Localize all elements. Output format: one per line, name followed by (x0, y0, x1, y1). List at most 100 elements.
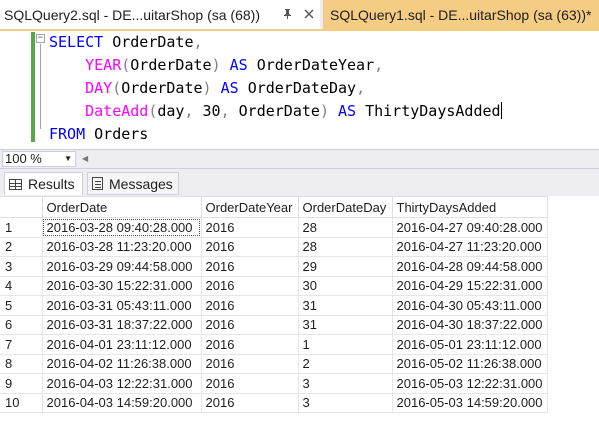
grid-cell[interactable]: 2016 (200, 334, 299, 355)
scroll-left-icon[interactable]: ◀ (82, 154, 88, 163)
results-tab-strip: Results Messages (0, 168, 599, 196)
row-number[interactable]: 5 (0, 295, 43, 316)
grid-cell[interactable]: 2016-05-01 23:11:12.000 (391, 334, 548, 355)
grid-cell[interactable]: 2016-05-02 11:26:38.000 (391, 353, 548, 374)
code-token: OrderDateYear (256, 56, 375, 74)
grid-cell[interactable]: 2016 (200, 256, 299, 277)
code-token: OrderDate (130, 56, 212, 74)
tab-messages[interactable]: Messages (87, 172, 179, 195)
table-row[interactable]: 8 2016-04-02 11:26:38.000 2016 2 2016-05-02 … (0, 353, 548, 374)
table-row[interactable]: 7 2016-04-01 23:11:12.000 2016 1 2016-05-01 … (0, 334, 548, 355)
grid-corner[interactable] (0, 196, 43, 218)
editor-gutter (0, 31, 30, 149)
grid-cell[interactable]: 2016-03-31 18:37:22.000 (41, 314, 202, 335)
grid-cell[interactable]: 3 (297, 392, 393, 413)
table-row[interactable]: 2 2016-03-28 11:23:20.000 2016 28 2016-04-27… (0, 236, 548, 257)
row-number[interactable]: 7 (0, 334, 43, 355)
table-row[interactable]: 6 2016-03-31 18:37:22.000 2016 31 2016-04-30… (0, 314, 548, 335)
close-icon[interactable] (301, 6, 317, 22)
results-grid: OrderDate OrderDateYear OrderDateDay Thi… (0, 196, 548, 413)
grid-cell[interactable]: 2016-04-03 12:22:31.000 (41, 373, 202, 394)
code-token: AS (328, 102, 366, 120)
row-number[interactable]: 3 (0, 256, 43, 277)
row-number[interactable]: 10 (0, 392, 43, 413)
row-number[interactable]: 4 (0, 275, 43, 296)
tab-sqlquery1[interactable]: SQLQuery1.sql - DE...uitarShop (sa (63))… (323, 0, 599, 29)
code-line[interactable]: DateAdd(day, 30, OrderDate) AS ThirtyDay… (49, 100, 502, 123)
grid-cell[interactable]: 2016-03-29 09:44:58.000 (41, 256, 202, 277)
grid-cell[interactable]: 28 (297, 236, 393, 257)
document-tab-strip: SQLQuery2.sql - DE...uitarShop (sa (68))… (0, 0, 599, 31)
tab-sqlquery2[interactable]: SQLQuery2.sql - DE...uitarShop (sa (68)) (0, 0, 320, 29)
code-token: , (220, 102, 239, 120)
grid-cell[interactable]: 31 (297, 295, 393, 316)
code-token: , (193, 33, 203, 51)
table-row[interactable]: 9 2016-04-03 12:22:31.000 2016 3 2016-05-03 … (0, 373, 548, 394)
tab-results[interactable]: Results (4, 172, 83, 195)
code-token: AS (220, 56, 257, 74)
code-token: OrderDateDay (247, 79, 357, 97)
query-editor[interactable]: − SELECT OrderDate, YEAR(OrderDate) AS O… (0, 31, 599, 149)
column-header-thirtydaysadded[interactable]: ThirtyDaysAdded (391, 196, 548, 218)
results-grid-area: OrderDate OrderDateYear OrderDateDay Thi… (0, 196, 599, 421)
grid-cell[interactable]: 30 (297, 275, 393, 296)
column-header-orderdateyear[interactable]: OrderDateYear (200, 196, 299, 218)
messages-icon (92, 177, 103, 190)
code-line[interactable]: DAY(OrderDate) AS OrderDateDay, (49, 77, 502, 100)
grid-cell[interactable]: 3 (297, 373, 393, 394)
grid-header-row: OrderDate OrderDateYear OrderDateDay Thi… (0, 196, 548, 218)
grid-cell[interactable]: 2016-04-27 11:23:20.000 (391, 236, 548, 257)
code-line[interactable]: FROM Orders (49, 123, 502, 146)
grid-cell[interactable]: 2016-04-02 11:26:38.000 (41, 353, 202, 374)
row-number[interactable]: 8 (0, 353, 43, 374)
grid-cell[interactable]: 29 (297, 256, 393, 277)
row-number[interactable]: 6 (0, 314, 43, 335)
tab-results-label: Results (28, 176, 75, 192)
grid-cell[interactable]: 2016-04-29 15:22:31.000 (391, 275, 548, 296)
grid-cell[interactable]: 2016-03-31 05:43:11.000 (41, 295, 202, 316)
grid-cell[interactable]: 2016-05-03 14:59:20.000 (391, 392, 548, 413)
table-row[interactable]: 5 2016-03-31 05:43:11.000 2016 31 2016-04-30… (0, 295, 548, 316)
grid-cell[interactable]: 2016 (200, 353, 299, 374)
grid-cell[interactable]: 2016-04-01 23:11:12.000 (41, 334, 202, 355)
grid-cell[interactable]: 28 (297, 217, 393, 238)
grid-cell[interactable]: 2 (297, 353, 393, 374)
pin-icon[interactable] (279, 6, 295, 22)
grid-cell[interactable]: 2016-03-30 15:22:31.000 (41, 275, 202, 296)
sql-code[interactable]: SELECT OrderDate, YEAR(OrderDate) AS Ord… (49, 31, 502, 146)
grid-cell[interactable]: 2016 (200, 275, 299, 296)
row-number[interactable]: 9 (0, 373, 43, 394)
grid-cell[interactable]: 2016-03-28 11:23:20.000 (41, 236, 202, 257)
grid-cell[interactable]: 2016 (200, 314, 299, 335)
row-number[interactable]: 2 (0, 236, 43, 257)
grid-cell[interactable]: 1 (297, 334, 393, 355)
grid-cell[interactable]: 2016-04-27 09:40:28.000 (391, 217, 548, 238)
grid-cell[interactable]: 2016 (200, 373, 299, 394)
row-number[interactable]: 1 (0, 217, 43, 238)
grid-cell[interactable]: 2016-04-30 05:43:11.000 (391, 295, 548, 316)
code-line[interactable]: YEAR(OrderDate) AS OrderDateYear, (49, 54, 502, 77)
table-row[interactable]: 3 2016-03-29 09:44:58.000 2016 29 2016-04-28… (0, 256, 548, 277)
horizontal-scrollbar[interactable] (94, 153, 599, 165)
column-header-orderdate[interactable]: OrderDate (41, 196, 202, 218)
zoom-dropdown[interactable]: 100 % ▼ (2, 151, 76, 167)
grid-cell[interactable]: 2016 (200, 295, 299, 316)
tab-title: SQLQuery1.sql - DE...uitarShop (sa (63))… (330, 6, 592, 23)
column-header-orderdateday[interactable]: OrderDateDay (297, 196, 393, 218)
grid-cell[interactable]: 2016-04-30 18:37:22.000 (391, 314, 548, 335)
code-line[interactable]: SELECT OrderDate, (49, 31, 502, 54)
grid-cell[interactable]: 2016 (200, 392, 299, 413)
table-row[interactable]: 10 2016-04-03 14:59:20.000 2016 3 2016-05-03… (0, 392, 548, 413)
grid-cell[interactable]: 2016-04-28 09:44:58.000 (391, 256, 548, 277)
code-token: YEAR (85, 56, 122, 74)
grid-cell[interactable]: 2016-03-28 09:40:28.000 (41, 217, 202, 238)
table-row[interactable]: 4 2016-03-30 15:22:31.000 2016 30 2016-04-29… (0, 275, 548, 296)
grid-cell[interactable]: 31 (297, 314, 393, 335)
grid-cell[interactable]: 2016-04-03 14:59:20.000 (41, 392, 202, 413)
tab-messages-label: Messages (109, 175, 173, 192)
grid-cell[interactable]: 2016-05-03 12:22:31.000 (391, 373, 548, 394)
grid-cell[interactable]: 2016 (200, 236, 299, 257)
grid-cell[interactable]: 2016 (200, 217, 299, 238)
table-row[interactable]: 1 2016-03-28 09:40:28.000 2016 28 2016-04-27… (0, 217, 548, 238)
collapse-toggle-icon[interactable]: − (36, 34, 45, 43)
